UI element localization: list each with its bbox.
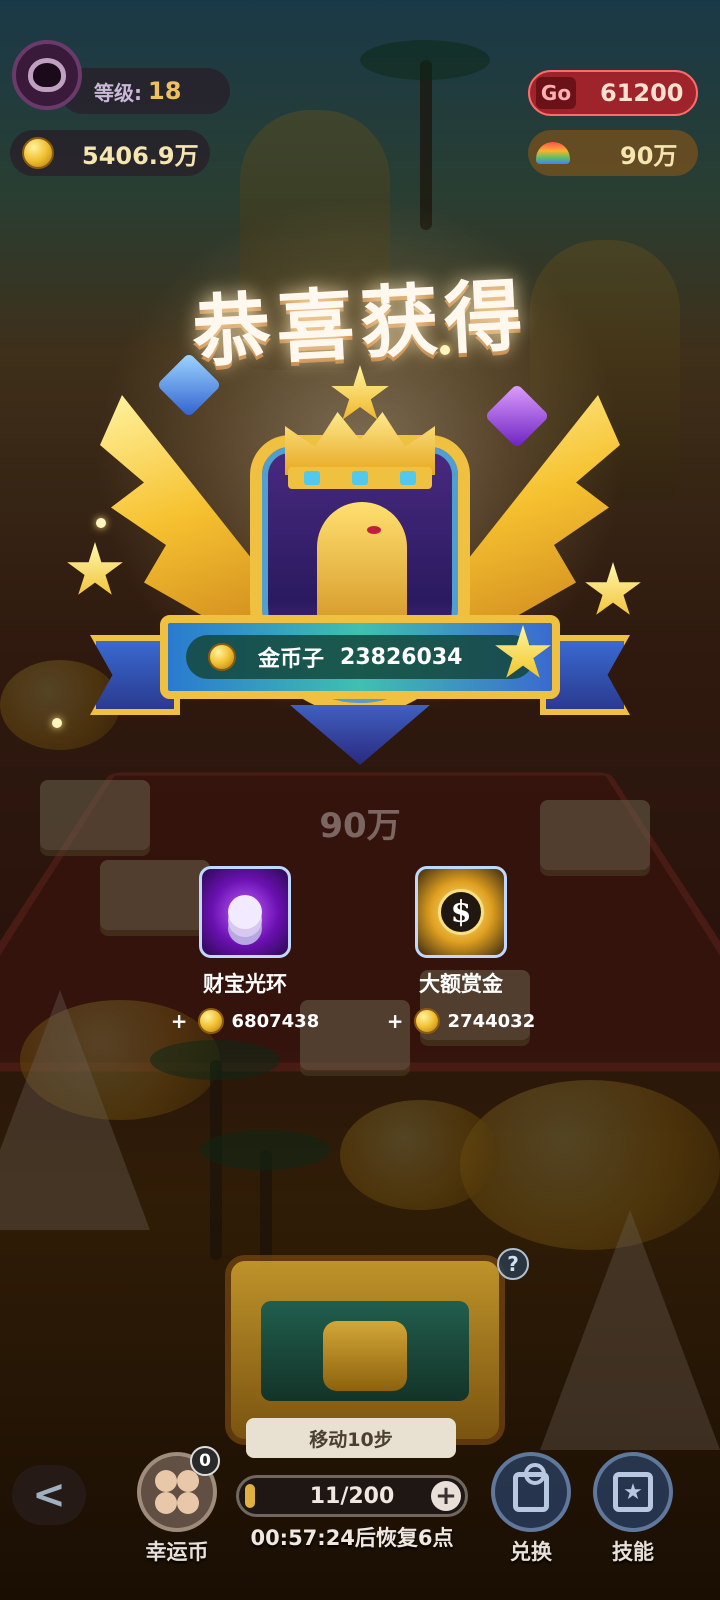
level-pill: 等级: 18: [60, 68, 230, 114]
level-value: 18: [148, 77, 182, 105]
crown-gem: [400, 471, 416, 485]
player-avatar[interactable]: [12, 40, 82, 110]
skill-label: 技能: [612, 1540, 654, 1564]
crown-band: [288, 467, 432, 489]
skill-card-icon: ★: [613, 1472, 653, 1512]
lucky-coin-label: 幸运币: [145, 1540, 209, 1564]
rainbow-value: 90万: [620, 141, 678, 170]
gold-coin-icon: [197, 1008, 224, 1034]
energy-bar-fill: [245, 1484, 255, 1508]
lucky-coin-button[interactable]: 0 幸运币: [132, 1446, 222, 1566]
gold-coin-icon: [208, 643, 236, 671]
plus-sign: +: [386, 1009, 404, 1033]
chest-lock-icon: [323, 1321, 407, 1391]
coin-balance: 5406.9万: [10, 130, 210, 176]
crown-gem: [304, 471, 320, 485]
reward-amount-pill: 金币子 23826034: [186, 635, 534, 679]
back-button[interactable]: <: [12, 1465, 86, 1525]
bonus-name: 大额赏金: [419, 972, 503, 996]
skill-button[interactable]: ★ 技能: [588, 1452, 678, 1566]
move-steps-button[interactable]: 移动10步: [246, 1418, 456, 1458]
skill-circle: ★: [593, 1452, 673, 1532]
clover-icon: [155, 1470, 199, 1514]
bonus-amount: + 2744032: [366, 1008, 556, 1034]
phoenix-eye: [367, 526, 381, 534]
coin-balance-value: 5406.9万: [82, 141, 199, 170]
rainbow-icon: [536, 142, 570, 164]
add-energy-button[interactable]: +: [431, 1481, 461, 1511]
level-label: 等级:: [94, 80, 142, 105]
reward-item-name: 金币子: [258, 647, 325, 672]
go-icon: Go: [536, 77, 576, 109]
avatar-icon: [28, 58, 66, 92]
exchange-circle: [491, 1452, 571, 1532]
help-icon[interactable]: ?: [497, 1248, 529, 1280]
treasure-aura-icon: [199, 866, 291, 958]
exchange-icon: [513, 1463, 549, 1512]
bonus-item-big-bounty: $ 大额赏金 + 2744032: [366, 866, 556, 1034]
plus-sign: +: [170, 1009, 188, 1033]
reward-ribbon: 金币子 23826034: [90, 605, 630, 715]
reward-emblem: 金币子 23826034: [90, 365, 630, 795]
go-value: 61200: [600, 79, 684, 107]
exchange-label: 兑换: [510, 1540, 552, 1564]
energy-bar: 11/200 +: [236, 1475, 468, 1517]
dollar-coin-icon: $: [438, 889, 484, 935]
treasure-chest[interactable]: [225, 1255, 505, 1445]
bonus-item-treasure-aura: 财宝光环 + 6807438: [150, 866, 340, 1034]
reward-item-amount: 23826034: [340, 644, 463, 670]
sparkle-icon: [52, 718, 62, 728]
lucky-coin-count-badge: 0: [190, 1446, 220, 1476]
sparkle-icon: [440, 345, 450, 355]
exchange-button[interactable]: 兑换: [486, 1452, 576, 1566]
crown-gem: [352, 471, 368, 485]
bonus-amount: + 6807438: [150, 1008, 340, 1034]
go-currency-pill[interactable]: Go 61200: [528, 70, 698, 116]
bonus-amount-value: 2744032: [447, 1010, 536, 1032]
bonus-amount-value: 6807438: [231, 1010, 320, 1032]
rainbow-currency-pill[interactable]: 90万: [528, 130, 698, 176]
board-space-value: 90万: [319, 806, 401, 846]
gold-coin-icon: [413, 1008, 440, 1034]
energy-text: 11/200: [309, 1483, 395, 1509]
coin-stack-icon: [228, 895, 262, 929]
bonus-name: 财宝光环: [203, 972, 287, 996]
big-bounty-icon: $: [415, 866, 507, 958]
energy-timer: 00:57:24后恢复6点: [250, 1526, 454, 1550]
gold-coin-icon: [22, 137, 54, 169]
